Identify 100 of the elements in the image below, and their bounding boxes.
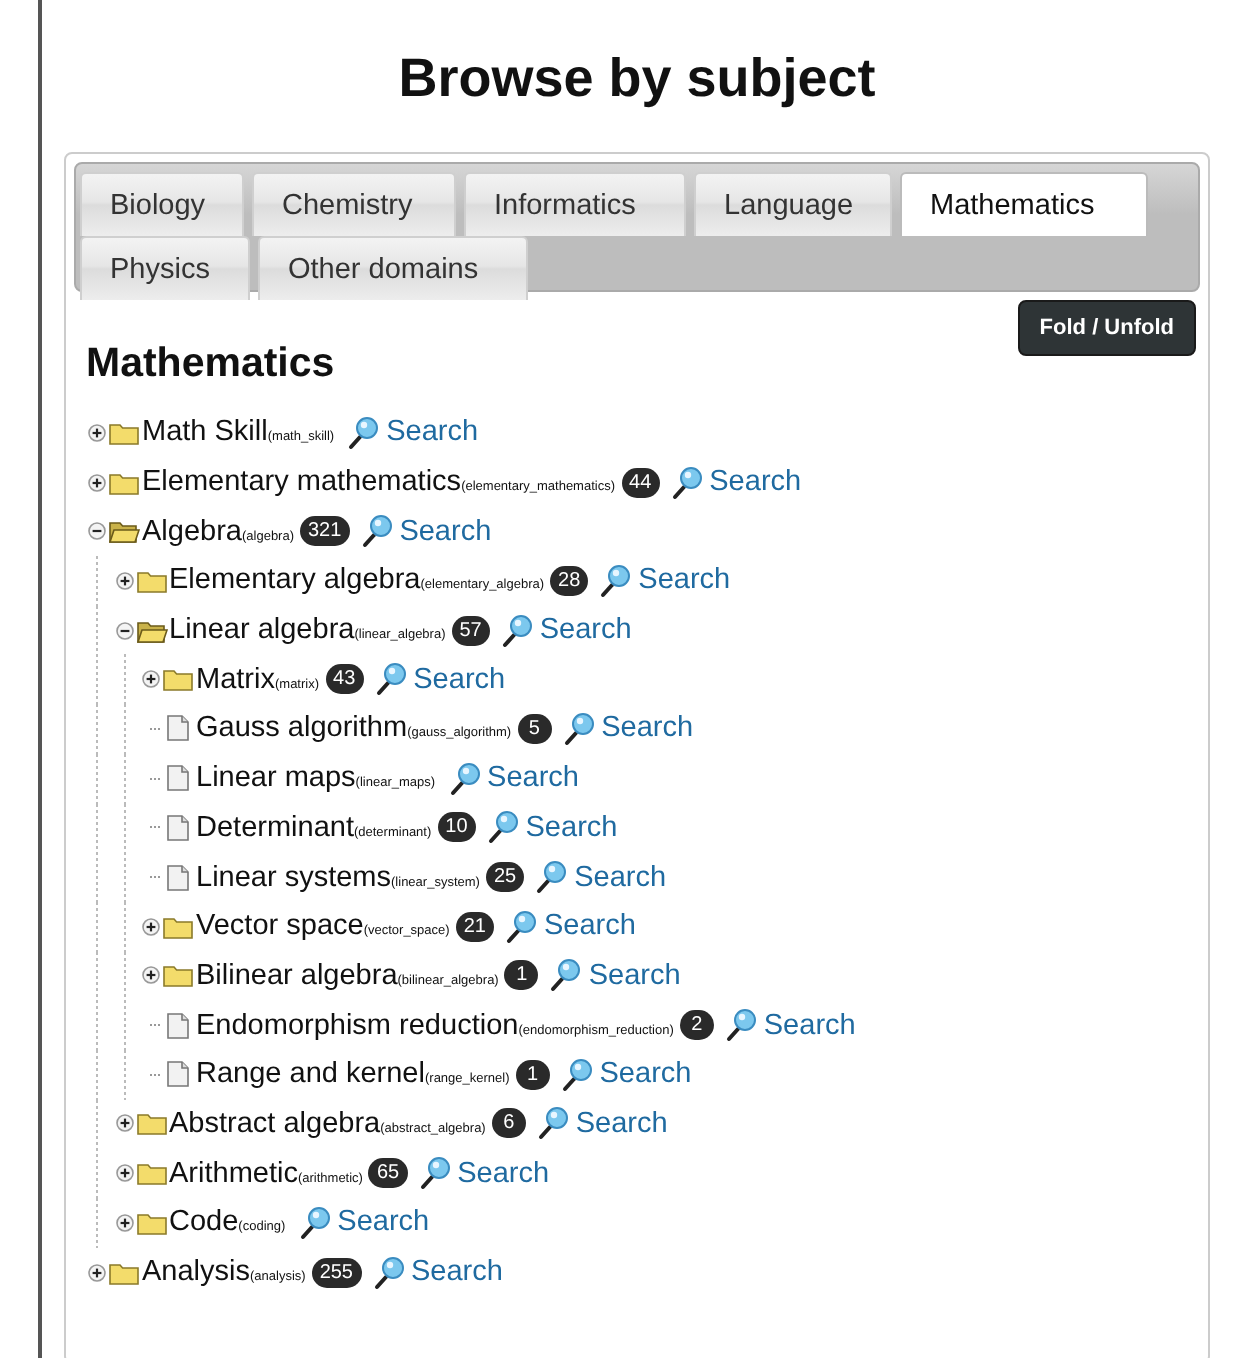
search-link[interactable]: Search bbox=[525, 811, 618, 844]
subject-link[interactable]: Vector space bbox=[196, 910, 364, 943]
subject-link[interactable]: Range and kernel bbox=[196, 1058, 425, 1091]
search-link[interactable]: Search bbox=[487, 762, 579, 795]
document-icon bbox=[162, 1060, 194, 1089]
folder-icon bbox=[162, 913, 194, 940]
count-badge: 57 bbox=[451, 615, 490, 646]
open-folder-icon bbox=[108, 518, 140, 545]
tab[interactable]: Language bbox=[694, 172, 892, 236]
search-icon[interactable] bbox=[348, 415, 381, 450]
expand-icon[interactable] bbox=[115, 1114, 133, 1133]
subject-link[interactable]: Algebra bbox=[142, 515, 242, 548]
document-icon bbox=[162, 764, 194, 793]
collapse-icon[interactable] bbox=[115, 621, 133, 640]
subject-link[interactable]: Math Skill bbox=[142, 416, 268, 449]
search-link[interactable]: Search bbox=[574, 861, 667, 894]
search-link[interactable]: Search bbox=[413, 663, 506, 696]
tab[interactable]: Chemistry bbox=[252, 172, 456, 236]
search-link[interactable]: Search bbox=[399, 515, 492, 548]
count-badge: 1 bbox=[515, 1059, 550, 1090]
count-badge: 2 bbox=[679, 1010, 714, 1041]
count-badge: 43 bbox=[325, 664, 364, 695]
subject-link[interactable]: Arithmetic bbox=[169, 1157, 298, 1190]
count-badge: 65 bbox=[368, 1158, 408, 1189]
search-icon[interactable] bbox=[361, 514, 394, 549]
tab[interactable]: Informatics bbox=[464, 172, 686, 236]
expand-icon[interactable] bbox=[142, 670, 160, 689]
search-link[interactable]: Search bbox=[539, 614, 632, 647]
search-link[interactable]: Search bbox=[763, 1009, 856, 1042]
expand-icon[interactable] bbox=[115, 1213, 133, 1232]
count-badge: 28 bbox=[550, 565, 589, 596]
subject-link[interactable]: Elementary algebra bbox=[169, 564, 421, 597]
search-icon[interactable] bbox=[536, 860, 569, 895]
count-badge: 6 bbox=[491, 1108, 526, 1139]
search-icon[interactable] bbox=[561, 1057, 594, 1092]
subject-link[interactable]: Linear systems bbox=[196, 861, 392, 894]
search-link[interactable]: Search bbox=[337, 1206, 430, 1239]
search-link[interactable]: Search bbox=[599, 1058, 692, 1091]
expand-icon[interactable] bbox=[88, 423, 106, 442]
search-link[interactable]: Search bbox=[588, 959, 681, 992]
subject-link[interactable]: Endomorphism reduction bbox=[196, 1009, 519, 1042]
count-badge: 5 bbox=[517, 713, 552, 744]
subject-link[interactable]: Linear maps bbox=[196, 762, 356, 795]
count-badge: 25 bbox=[485, 862, 525, 893]
folder-icon bbox=[135, 1110, 167, 1137]
subject-link[interactable]: Abstract algebra bbox=[169, 1107, 381, 1140]
folder-icon bbox=[135, 1160, 167, 1187]
search-link[interactable]: Search bbox=[386, 416, 479, 449]
page-title: Browse by subject bbox=[396, 46, 878, 112]
tab[interactable]: Mathematics bbox=[900, 172, 1148, 236]
subject-link[interactable]: Bilinear algebra bbox=[196, 959, 398, 992]
tab[interactable]: Biology bbox=[80, 172, 244, 236]
search-icon[interactable] bbox=[373, 1255, 405, 1290]
folder-icon bbox=[108, 1259, 140, 1286]
folder-icon bbox=[162, 666, 194, 693]
subject-link[interactable]: Code bbox=[169, 1206, 239, 1239]
folder-icon bbox=[135, 567, 167, 594]
document-icon bbox=[162, 714, 194, 743]
search-link[interactable]: Search bbox=[575, 1107, 668, 1140]
tab[interactable]: Other domains bbox=[258, 236, 528, 300]
expand-icon[interactable] bbox=[88, 1263, 106, 1282]
count-badge: 21 bbox=[455, 911, 494, 942]
subject-link[interactable]: Elementary mathematics bbox=[142, 466, 462, 499]
folder-icon bbox=[108, 419, 140, 446]
search-link[interactable]: Search bbox=[709, 466, 802, 499]
expand-icon[interactable] bbox=[115, 571, 133, 590]
subject-link[interactable]: Gauss algorithm bbox=[196, 712, 408, 745]
search-icon[interactable] bbox=[449, 761, 482, 796]
search-icon[interactable] bbox=[487, 810, 520, 845]
expand-icon[interactable] bbox=[88, 473, 106, 492]
search-link[interactable]: Search bbox=[543, 910, 636, 943]
search-link[interactable]: Search bbox=[457, 1157, 550, 1190]
expand-icon[interactable] bbox=[142, 917, 160, 936]
search-link[interactable]: Search bbox=[638, 564, 731, 597]
document-icon bbox=[162, 1011, 194, 1040]
subject-link[interactable]: Matrix bbox=[196, 663, 275, 696]
search-icon[interactable] bbox=[505, 909, 538, 944]
fold-unfold-button[interactable]: Fold / Unfold bbox=[1017, 300, 1196, 356]
search-link[interactable]: Search bbox=[411, 1256, 503, 1289]
expand-icon[interactable] bbox=[142, 966, 160, 985]
collapse-icon[interactable] bbox=[88, 522, 106, 541]
folder-icon bbox=[162, 962, 194, 989]
tab[interactable]: Physics bbox=[80, 236, 250, 300]
subject-link[interactable]: Analysis bbox=[142, 1256, 250, 1289]
search-icon[interactable] bbox=[299, 1205, 332, 1240]
search-icon[interactable] bbox=[501, 613, 534, 648]
search-icon[interactable] bbox=[375, 662, 408, 697]
expand-icon[interactable] bbox=[115, 1164, 133, 1183]
search-icon[interactable] bbox=[563, 711, 596, 746]
count-badge: 255 bbox=[311, 1257, 361, 1288]
search-icon[interactable] bbox=[671, 465, 704, 500]
search-icon[interactable] bbox=[600, 563, 633, 598]
search-icon[interactable] bbox=[537, 1106, 570, 1141]
subject-link[interactable]: Linear algebra bbox=[169, 614, 355, 647]
search-icon[interactable] bbox=[419, 1156, 452, 1191]
search-icon[interactable] bbox=[550, 958, 583, 993]
subject-link[interactable]: Determinant bbox=[196, 811, 354, 844]
search-link[interactable]: Search bbox=[601, 712, 694, 745]
search-icon[interactable] bbox=[725, 1008, 758, 1043]
document-icon bbox=[162, 813, 194, 842]
